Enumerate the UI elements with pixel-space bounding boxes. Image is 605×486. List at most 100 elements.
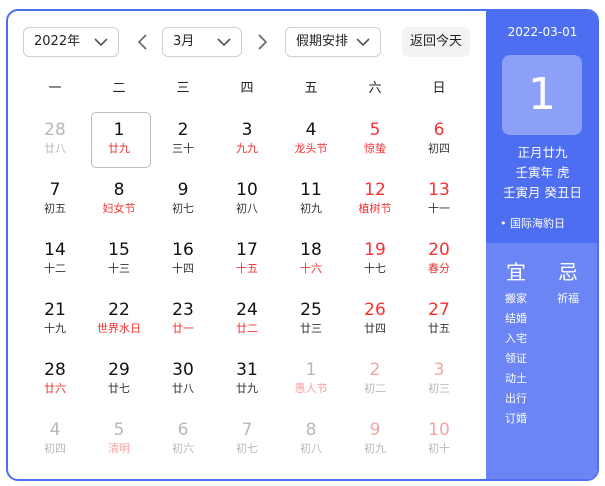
calendar-widget: 2022年 3月 假期安排 返回今天 一 二 三 四 五 六 日 28 廿八 1… [6, 9, 599, 481]
day-cell[interactable]: 7 初五 [23, 170, 87, 230]
day-number: 10 [428, 420, 450, 440]
day-number: 7 [241, 420, 253, 440]
holiday-select-value: 假期安排 [296, 34, 349, 49]
day-cell[interactable]: 22 世界水日 [87, 290, 151, 350]
day-cell[interactable]: 19 十七 [343, 230, 407, 290]
day-cell[interactable]: 4 初四 [23, 410, 87, 470]
day-cell[interactable]: 18 十六 [279, 230, 343, 290]
day-cell[interactable]: 9 初九 [343, 410, 407, 470]
day-cell[interactable]: 15 十三 [87, 230, 151, 290]
day-cell[interactable]: 27 廿五 [407, 290, 471, 350]
day-cell[interactable]: 1 愚人节 [279, 350, 343, 410]
month-select[interactable]: 3月 [162, 27, 242, 57]
lunar-label: 初二 [364, 382, 386, 395]
day-cell[interactable]: 7 初七 [215, 410, 279, 470]
lunar-label: 廿四 [364, 322, 386, 335]
day-detail-panel: 2022-03-01 1 正月廿九 壬寅年 虎 壬寅月 癸丑日 国际海豹日 宜 … [486, 11, 597, 479]
day-cell[interactable]: 24 廿二 [215, 290, 279, 350]
day-cell[interactable]: 26 廿四 [343, 290, 407, 350]
day-number: 19 [364, 240, 386, 260]
day-cell[interactable]: 1 廿九 [87, 110, 151, 170]
day-cell[interactable]: 2 三十 [151, 110, 215, 170]
day-cell[interactable]: 8 初八 [279, 410, 343, 470]
day-number: 28 [44, 360, 66, 380]
day-cell[interactable]: 10 初十 [407, 410, 471, 470]
day-cell[interactable]: 17 十五 [215, 230, 279, 290]
day-cell[interactable]: 28 廿八 [23, 110, 87, 170]
back-to-today-button[interactable]: 返回今天 [402, 27, 470, 57]
day-cell[interactable]: 3 九九 [215, 110, 279, 170]
day-cell[interactable]: 5 惊蛰 [343, 110, 407, 170]
weekday-label: 五 [304, 81, 318, 96]
day-cell[interactable]: 30 廿八 [151, 350, 215, 410]
day-cell[interactable]: 29 廿七 [87, 350, 151, 410]
lunar-label: 龙头节 [294, 142, 328, 155]
day-cell[interactable]: 10 初八 [215, 170, 279, 230]
day-number: 17 [236, 240, 258, 260]
day-number: 16 [172, 240, 194, 260]
day-cell[interactable]: 5 清明 [87, 410, 151, 470]
lunar-label: 十三 [108, 262, 130, 275]
lunar-label: 愚人节 [294, 382, 328, 395]
day-cell[interactable]: 20 春分 [407, 230, 471, 290]
day-number: 1 [305, 360, 317, 380]
day-cell[interactable]: 23 廿一 [151, 290, 215, 350]
holiday-select[interactable]: 假期安排 [285, 27, 381, 57]
lunar-label: 廿五 [428, 322, 450, 335]
day-cell[interactable]: 9 初七 [151, 170, 215, 230]
year-select-value: 2022年 [34, 34, 81, 49]
day-number: 23 [172, 300, 194, 320]
day-cell[interactable]: 3 初三 [407, 350, 471, 410]
lunar-date: 正月廿九 [517, 145, 568, 160]
day-cell[interactable]: 2 初二 [343, 350, 407, 410]
day-number: 8 [113, 180, 125, 200]
month-select-value: 3月 [173, 34, 195, 49]
chevron-down-icon [356, 38, 370, 47]
day-cell[interactable]: 31 廿九 [215, 350, 279, 410]
ji-column: 忌 祈福 [548, 257, 588, 309]
day-cell[interactable]: 16 十四 [151, 230, 215, 290]
selected-date: 2022-03-01 [507, 25, 578, 39]
day-number: 2 [369, 360, 381, 380]
day-detail-header: 2022-03-01 1 正月廿九 壬寅年 虎 壬寅月 癸丑日 国际海豹日 [486, 11, 597, 243]
day-cell[interactable]: 4 龙头节 [279, 110, 343, 170]
day-number: 5 [113, 420, 125, 440]
lunar-label: 惊蛰 [364, 142, 386, 155]
lunar-label: 初四 [44, 442, 66, 455]
day-cell[interactable]: 13 十一 [407, 170, 471, 230]
day-number: 21 [44, 300, 66, 320]
year-select[interactable]: 2022年 [23, 27, 119, 57]
weekday-label: 三 [176, 81, 190, 96]
day-cell[interactable]: 28 廿六 [23, 350, 87, 410]
lunar-label: 春分 [428, 262, 450, 275]
day-cell[interactable]: 14 十二 [23, 230, 87, 290]
next-month-icon[interactable] [251, 31, 273, 53]
day-cell[interactable]: 8 妇女节 [87, 170, 151, 230]
day-number: 9 [177, 180, 189, 200]
lunar-label: 十七 [364, 262, 386, 275]
prev-month-icon[interactable] [132, 31, 154, 53]
weekday-label: 日 [432, 81, 446, 96]
day-cell[interactable]: 12 植树节 [343, 170, 407, 230]
day-number: 15 [108, 240, 130, 260]
lunar-label: 植树节 [358, 202, 392, 215]
day-number: 24 [236, 300, 258, 320]
day-number: 9 [369, 420, 381, 440]
day-cell[interactable]: 6 初六 [151, 410, 215, 470]
lunar-info: 正月廿九 壬寅年 虎 壬寅月 癸丑日 [486, 143, 597, 203]
lunar-label: 世界水日 [97, 322, 141, 335]
weekday-header: 一 二 三 四 五 六 日 [23, 77, 471, 101]
day-number: 1 [113, 120, 125, 140]
day-number: 31 [236, 360, 258, 380]
calendar-main: 2022年 3月 假期安排 返回今天 一 二 三 四 五 六 日 28 廿八 1… [8, 11, 486, 479]
day-grid: 28 廿八 1 廿九 2 三十 3 九九 4 龙头节 5 惊蛰 6 初四 7 初五 8 妇女节 9 初七 10 初八 11 初… [23, 110, 471, 470]
lunar-label: 初九 [364, 442, 386, 455]
day-cell[interactable]: 6 初四 [407, 110, 471, 170]
day-cell[interactable]: 25 廿三 [279, 290, 343, 350]
lunar-label: 十六 [300, 262, 322, 275]
yi-heading: 宜 [506, 260, 526, 284]
day-cell[interactable]: 11 初九 [279, 170, 343, 230]
day-cell[interactable]: 21 十九 [23, 290, 87, 350]
weekday-label: 四 [240, 81, 254, 96]
day-number: 4 [49, 420, 61, 440]
